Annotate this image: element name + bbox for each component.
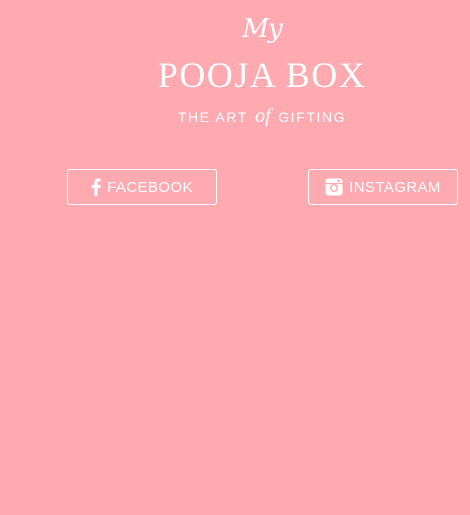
logo-brand-name: POOJA BOX: [157, 55, 367, 95]
logo-tagline: THE ART of GIFTING: [0, 105, 470, 128]
facebook-label: FACEBOOK: [107, 178, 193, 196]
tagline-the-art: THE ART: [177, 109, 248, 125]
instagram-icon: [325, 178, 343, 196]
logo-my-script: My: [242, 14, 282, 44]
facebook-icon: [91, 178, 101, 196]
facebook-button[interactable]: FACEBOOK: [67, 169, 217, 205]
instagram-button[interactable]: INSTAGRAM: [308, 169, 458, 205]
tagline-of: of: [255, 105, 271, 127]
instagram-label: INSTAGRAM: [349, 178, 441, 196]
brand-logo: My POOJA BOX THE ART of GIFTING: [0, 0, 470, 140]
tagline-gifting: GIFTING: [278, 109, 347, 125]
